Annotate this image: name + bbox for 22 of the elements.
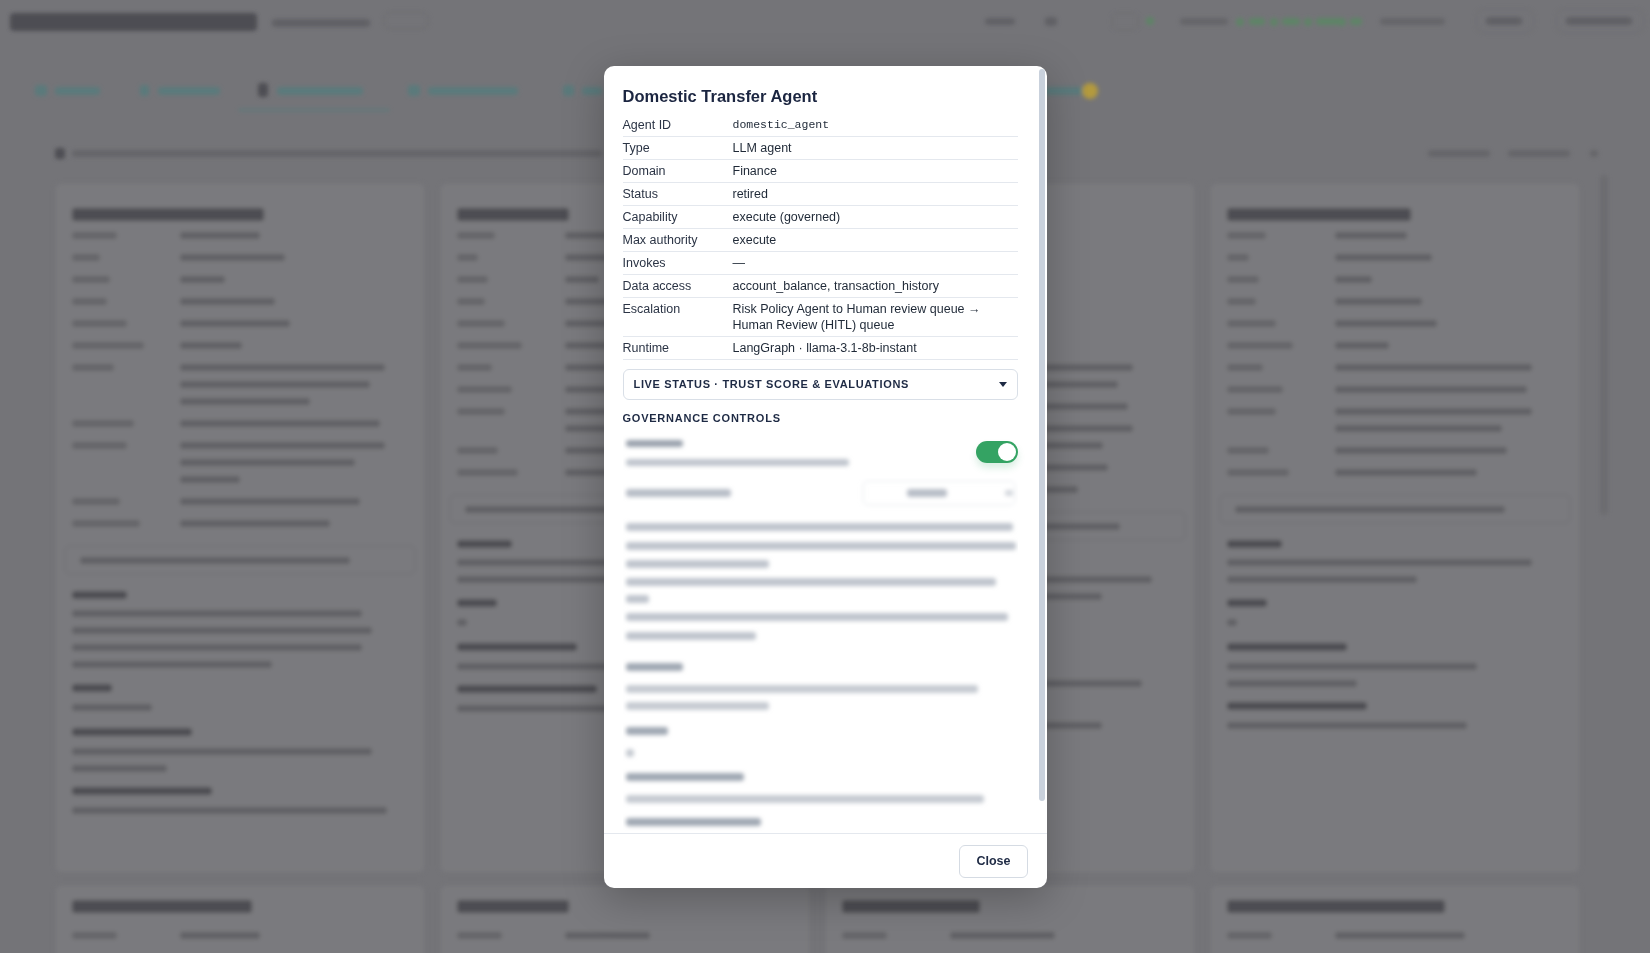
field-value: LangGraph · llama-3.1-8b-instant <box>732 339 918 356</box>
field-value: retired <box>732 185 769 202</box>
field-label: Data access <box>622 277 693 294</box>
field-value: domestic_agent <box>732 116 831 133</box>
field-label: Agent ID <box>622 116 673 133</box>
field-value: execute (governed) <box>732 208 842 225</box>
field-value: Finance <box>732 162 778 179</box>
field-value: account_balance, transaction_history <box>732 277 940 294</box>
field-value: LLM agent <box>732 139 793 156</box>
field-label: Capability <box>622 208 679 225</box>
field-value: — <box>732 254 746 271</box>
field-label: Max authority <box>622 231 699 248</box>
field-label: Domain <box>622 162 667 179</box>
field-label: Escalation <box>622 300 682 317</box>
field-label: Type <box>622 139 651 156</box>
dialog-title: Domestic Transfer Agent <box>622 85 819 107</box>
section-heading: GOVERNANCE CONTROLS <box>622 410 782 425</box>
field-value: Risk Policy Agent to Human review queue → Human Review (HITL) queue <box>732 300 982 333</box>
field-value: execute <box>732 231 778 248</box>
field-label: Status <box>622 185 659 202</box>
field-label: Invokes <box>622 254 667 271</box>
field-label: Runtime <box>622 339 671 356</box>
